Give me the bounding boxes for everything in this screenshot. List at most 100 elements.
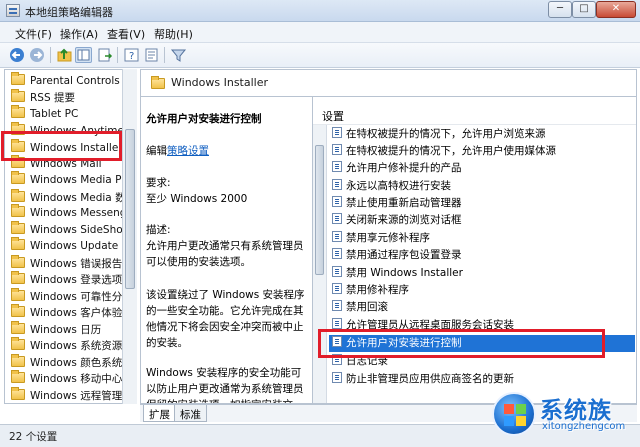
properties-icon[interactable] bbox=[143, 47, 160, 63]
tree-item-rss[interactable]: RSS 提要 bbox=[11, 89, 75, 106]
folder-icon bbox=[11, 255, 25, 268]
list-item[interactable]: 禁用通过程序包设置登录 bbox=[329, 247, 635, 264]
tree-scrollbar[interactable] bbox=[122, 69, 137, 404]
tree-item-media-digital[interactable]: Windows Media 数字 bbox=[11, 189, 136, 206]
list-column-header[interactable]: 设置 bbox=[313, 105, 636, 125]
tree-item-sideshow[interactable]: Windows SideShow bbox=[11, 221, 131, 239]
policy-setting-icon bbox=[332, 161, 342, 172]
menu-file[interactable]: 文件(F) bbox=[15, 26, 52, 42]
description-pane: 允许用户对安装进行控制 编辑策略设置 要求: 至少 Windows 2000 描… bbox=[140, 96, 312, 404]
toolbar-separator bbox=[117, 47, 118, 63]
tree-item-remote-management[interactable]: Windows 远程管理 ( bbox=[11, 387, 130, 403]
list-item[interactable]: 关闭新来源的浏览对话框 bbox=[329, 212, 635, 229]
tree-item-mobility-center[interactable]: Windows 移动中心 bbox=[11, 370, 122, 387]
list-item[interactable]: 禁用修补程序 bbox=[329, 282, 635, 299]
app-icon bbox=[6, 4, 20, 17]
folder-icon bbox=[11, 304, 25, 317]
policy-setting-icon bbox=[332, 248, 342, 259]
description-paragraph: Windows 安装程序的安全功能可以防止用户更改通常为系统管理员保留的安装选项… bbox=[146, 367, 304, 403]
list-item[interactable]: 禁止使用重新启动管理器 bbox=[329, 195, 635, 212]
tab-standard[interactable]: 标准 bbox=[174, 405, 207, 422]
up-folder-icon[interactable] bbox=[56, 47, 73, 63]
settings-list: 设置 在特权被提升的情况下，允许用户浏览来源 在特权被提升的情况下，允许用户使用… bbox=[312, 96, 637, 404]
menu-bar: 文件(F) 操作(A) 查看(V) 帮助(H) bbox=[0, 22, 640, 43]
folder-icon bbox=[11, 221, 25, 234]
help-icon[interactable]: ? bbox=[123, 47, 140, 63]
folder-icon bbox=[11, 288, 25, 301]
tree-item-parental-controls[interactable]: Parental Controls bbox=[11, 72, 120, 90]
minimize-button[interactable]: ─ bbox=[548, 1, 572, 18]
folder-icon bbox=[11, 189, 25, 202]
folder-icon bbox=[151, 76, 165, 89]
tree-item-tablet-pc[interactable]: Tablet PC bbox=[11, 105, 78, 123]
tree-item-logon-options[interactable]: Windows 登录选项 bbox=[11, 271, 122, 288]
status-text: 22 个设置 bbox=[9, 431, 58, 443]
tree-item-calendar[interactable]: Windows 日历 bbox=[11, 321, 101, 338]
requirements-value: 至少 Windows 2000 bbox=[146, 193, 248, 205]
toolbar-separator bbox=[164, 47, 165, 63]
list-item[interactable]: 禁用享元修补程序 bbox=[329, 230, 635, 247]
policy-setting-icon bbox=[332, 372, 342, 383]
tree-item-reliability[interactable]: Windows 可靠性分析 bbox=[11, 288, 133, 305]
list-scrollbar[interactable] bbox=[313, 125, 327, 403]
tree-item-media-player[interactable]: Windows Media Player bbox=[11, 171, 136, 189]
tree-item-ceip[interactable]: Windows 客户体验改 bbox=[11, 304, 133, 321]
menu-help[interactable]: 帮助(H) bbox=[154, 26, 193, 42]
policy-setting-icon bbox=[332, 266, 342, 277]
tab-extended[interactable]: 扩展 bbox=[143, 405, 176, 422]
folder-icon bbox=[11, 89, 25, 102]
requirements-label: 要求: bbox=[146, 177, 171, 189]
forward-arrow-icon[interactable] bbox=[29, 47, 46, 63]
menu-action[interactable]: 操作(A) bbox=[60, 26, 98, 42]
filter-icon[interactable] bbox=[170, 47, 187, 63]
policy-setting-icon bbox=[332, 300, 342, 311]
tree-scroll-thumb[interactable] bbox=[125, 129, 135, 289]
list-item[interactable]: 禁用回滚 bbox=[329, 299, 635, 316]
policy-setting-icon bbox=[332, 196, 342, 207]
folder-icon bbox=[11, 321, 25, 334]
policy-setting-icon bbox=[332, 127, 342, 138]
tree-item-error-reporting[interactable]: Windows 错误报告 bbox=[11, 255, 122, 272]
list-item[interactable]: 永远以高特权进行安装 bbox=[329, 178, 635, 195]
maximize-button[interactable]: □ bbox=[572, 1, 596, 18]
window-title: 本地组策略编辑器 bbox=[25, 6, 113, 19]
description-text: 允许用户更改通常只有系统管理员可以使用的安装选项。 bbox=[146, 240, 304, 268]
watermark: 系统族 xitongzhengcom bbox=[488, 384, 640, 447]
folder-icon bbox=[11, 354, 25, 367]
watermark-logo-icon bbox=[492, 392, 536, 436]
list-item[interactable]: 在特权被提升的情况下，允许用户使用媒体源 bbox=[329, 143, 635, 160]
highlight-box bbox=[1, 131, 122, 161]
list-item[interactable]: 允许用户修补提升的产品 bbox=[329, 160, 635, 177]
tree-item-windows-update[interactable]: Windows Update bbox=[11, 237, 118, 255]
policy-setting-icon bbox=[332, 231, 342, 242]
policy-setting-icon bbox=[332, 318, 342, 329]
svg-text:?: ? bbox=[129, 51, 134, 62]
tree-item-color-system[interactable]: Windows 颜色系统 bbox=[11, 354, 122, 371]
folder-icon bbox=[11, 171, 25, 184]
list-scroll-thumb[interactable] bbox=[315, 145, 324, 275]
back-arrow-icon[interactable] bbox=[9, 47, 26, 63]
folder-icon bbox=[11, 337, 25, 350]
folder-icon bbox=[11, 72, 25, 85]
watermark-name: 系统族 bbox=[540, 398, 612, 424]
export-list-icon[interactable] bbox=[96, 47, 113, 63]
tree-item-messenger[interactable]: Windows Messenger bbox=[11, 204, 136, 222]
folder-icon bbox=[11, 204, 25, 217]
policy-setting-icon bbox=[332, 179, 342, 190]
policy-setting-icon bbox=[332, 144, 342, 155]
description-label: 描述: bbox=[146, 224, 171, 236]
policy-tree: Parental Controls RSS 提要 Tablet PC Windo… bbox=[4, 69, 137, 404]
list-item[interactable]: 禁用 Windows Installer bbox=[329, 265, 635, 282]
selection-highlight-box bbox=[318, 329, 605, 358]
menu-view[interactable]: 查看(V) bbox=[107, 26, 145, 42]
list-item[interactable]: 在特权被提升的情况下，允许用户浏览来源 bbox=[329, 126, 635, 143]
description-paragraph: 该设置绕过了 Windows 安装程序的一些安全功能。它允许完成在其他情况下将会… bbox=[146, 289, 305, 349]
tree-item-resource-manager[interactable]: Windows 系统资源管 bbox=[11, 337, 133, 354]
close-button[interactable]: ✕ bbox=[596, 1, 636, 18]
watermark-url: xitongzhengcom bbox=[542, 421, 626, 432]
edit-policy-line: 编辑策略设置 bbox=[146, 145, 209, 157]
title-bar: 本地组策略编辑器 ─ □ ✕ bbox=[0, 0, 640, 22]
show-hide-tree-icon[interactable] bbox=[75, 47, 92, 63]
edit-policy-link[interactable]: 策略设置 bbox=[167, 145, 209, 157]
toolbar: ? bbox=[0, 43, 640, 68]
